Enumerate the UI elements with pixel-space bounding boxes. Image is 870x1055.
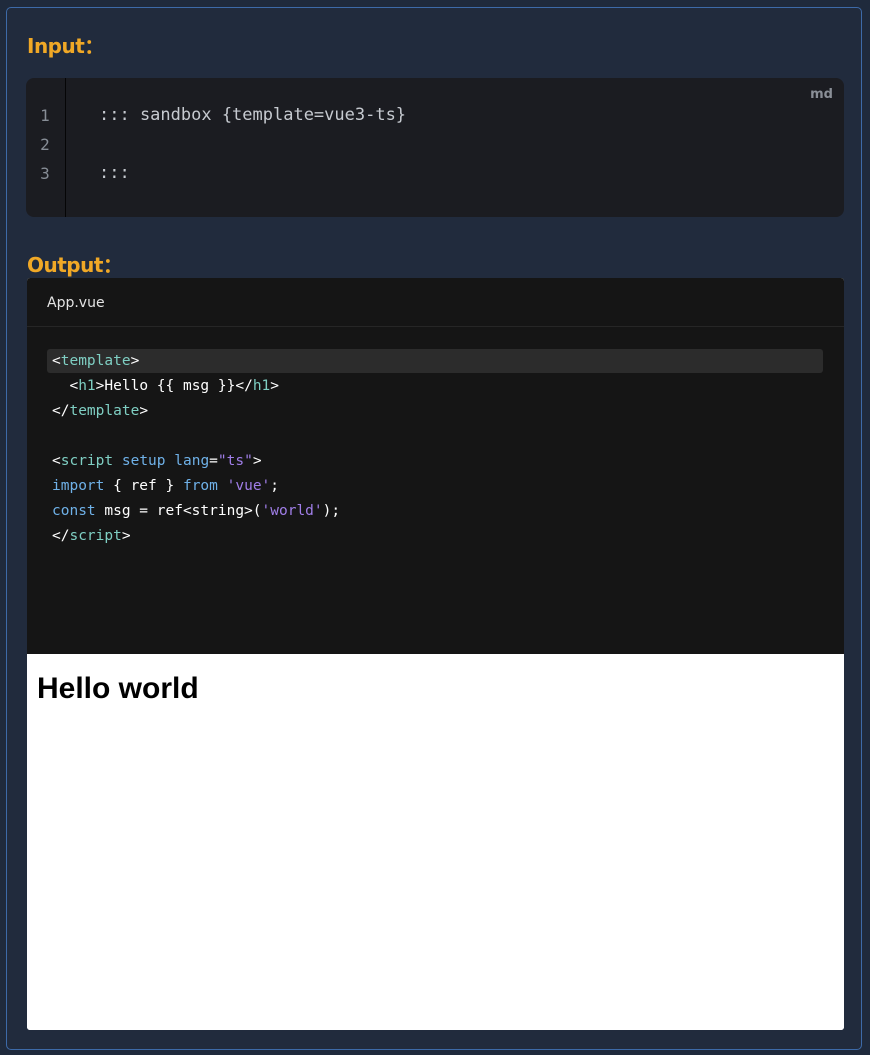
line-number: 3 [40, 164, 50, 183]
preview-pane: Hello world [27, 654, 844, 1030]
token: msg = ref<string>( [95, 503, 262, 519]
line-number-gutter: 1 2 3 [26, 78, 66, 217]
token: < [52, 353, 61, 369]
token: { ref } [104, 478, 183, 494]
file-tab-bar: App.vue [27, 278, 844, 327]
line-number: 2 [40, 135, 50, 154]
language-badge: md [810, 87, 833, 102]
source-line[interactable]: <script setup lang="ts"> [52, 449, 262, 474]
code-line[interactable]: ::: sandbox {template=vue3-ts} [99, 105, 406, 125]
token: Hello {{ msg }} [104, 378, 236, 394]
source-line[interactable]: <h1>Hello {{ msg }}</h1> [52, 374, 279, 399]
line-number: 1 [40, 106, 50, 125]
active-line-highlight [47, 349, 823, 373]
source-line[interactable]: <template> [52, 349, 139, 374]
token: > [139, 403, 149, 419]
token: > [270, 378, 280, 394]
token: lang [174, 453, 210, 469]
token: </ [235, 378, 253, 394]
token: > [252, 453, 262, 469]
token: > [121, 528, 131, 544]
token: import [52, 478, 105, 494]
token: ); [322, 503, 341, 519]
sandbox-output: App.vue <template> <h1>Hello {{ msg }}</… [27, 278, 844, 1030]
token: const [52, 503, 96, 519]
token: "ts" [217, 453, 253, 469]
token: template [60, 353, 131, 369]
token: > [130, 353, 140, 369]
preview-heading: Hello world [37, 672, 199, 705]
token: setup [121, 453, 166, 469]
token: h1 [78, 378, 96, 394]
token: < [69, 378, 79, 394]
token: script [60, 453, 114, 469]
source-line[interactable]: import { ref } from 'vue'; [52, 474, 279, 499]
token: template [69, 403, 140, 419]
token: < [52, 453, 61, 469]
file-tab-app-vue[interactable]: App.vue [47, 295, 105, 311]
token: 'world' [261, 503, 323, 519]
output-section-title: Output： [27, 253, 123, 277]
token: ; [270, 478, 280, 494]
token: h1 [252, 378, 271, 394]
token: = [209, 453, 218, 469]
token: </ [52, 528, 70, 544]
input-code-block: 1 2 3 ::: sandbox {template=vue3-ts} :::… [26, 78, 844, 217]
source-line[interactable]: </template> [52, 399, 148, 424]
source-line[interactable]: </script> [52, 524, 131, 549]
demo-container: Input： 1 2 3 ::: sandbox {template=vue3-… [6, 7, 862, 1050]
code-line[interactable]: ::: [99, 163, 130, 183]
token: script [69, 528, 122, 544]
token: 'vue' [226, 478, 271, 494]
input-section-title: Input： [27, 34, 104, 58]
token: </ [52, 403, 70, 419]
token: from [182, 478, 218, 494]
source-line[interactable]: const msg = ref<string>('world'); [52, 499, 340, 524]
code-editor[interactable]: <template> <h1>Hello {{ msg }}</h1> </te… [27, 327, 844, 654]
